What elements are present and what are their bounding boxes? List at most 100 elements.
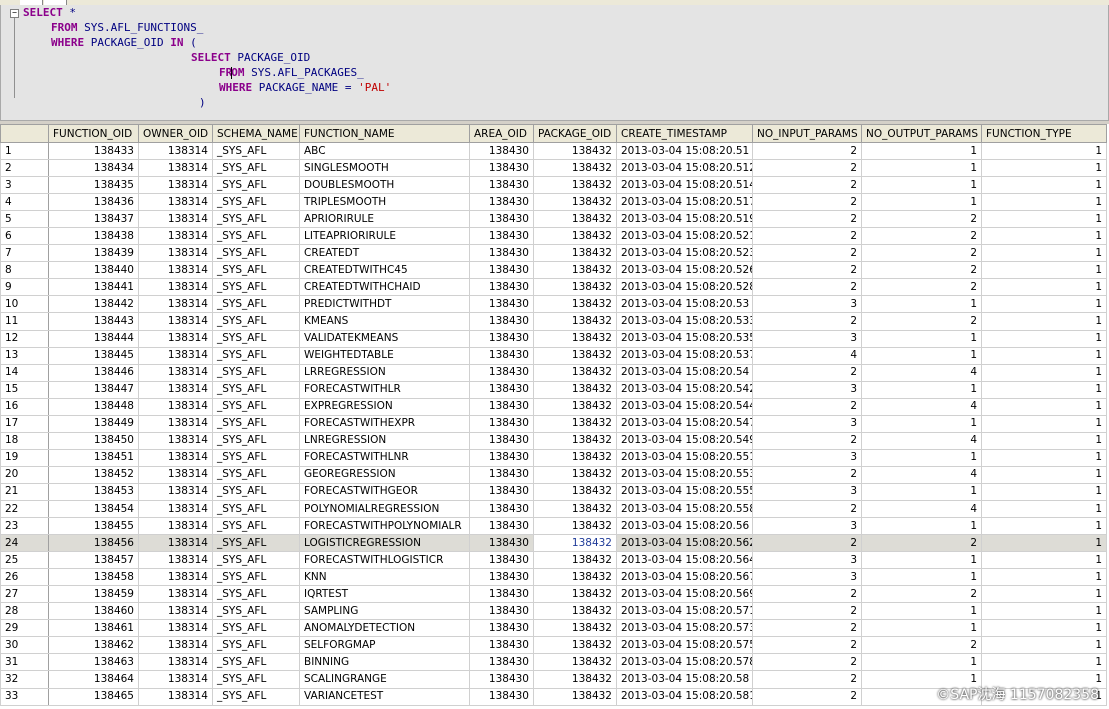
table-cell[interactable]: _SYS_AFL <box>212 414 300 433</box>
table-cell[interactable]: 138454 <box>48 499 139 519</box>
column-header[interactable]: NO_INPUT_PARAMS <box>752 124 862 143</box>
table-cell[interactable]: _SYS_AFL <box>212 551 300 570</box>
table-cell[interactable]: 138430 <box>469 551 534 570</box>
row-number-cell[interactable]: 25 <box>0 551 49 570</box>
table-cell[interactable]: 1 <box>981 568 1107 587</box>
table-cell[interactable]: 1 <box>981 193 1107 212</box>
table-cell[interactable]: 1 <box>981 499 1107 519</box>
table-cell[interactable]: 138432 <box>533 431 617 450</box>
table-cell[interactable]: 138436 <box>48 193 139 212</box>
row-number-cell[interactable]: 2 <box>0 159 49 178</box>
table-cell[interactable]: 1 <box>981 295 1107 314</box>
table-cell[interactable]: _SYS_AFL <box>212 141 300 161</box>
table-cell[interactable]: 138432 <box>533 397 617 416</box>
table-cell[interactable]: 138314 <box>138 346 213 365</box>
table-cell[interactable]: BINNING <box>299 653 470 672</box>
table-cell[interactable]: _SYS_AFL <box>212 176 300 195</box>
table-cell[interactable]: 138314 <box>138 278 213 297</box>
table-cell[interactable]: 2013-03-04 15:08:20.521 <box>616 227 753 246</box>
table-cell[interactable]: 138432 <box>533 482 617 501</box>
table-cell[interactable]: _SYS_AFL <box>212 448 300 467</box>
table-cell[interactable]: 2013-03-04 15:08:20.523 <box>616 244 753 263</box>
table-cell[interactable]: 1 <box>981 380 1107 399</box>
table-cell[interactable]: LNREGRESSION <box>299 431 470 450</box>
table-cell[interactable]: 138314 <box>138 499 213 519</box>
table-cell[interactable]: 138432 <box>533 295 617 314</box>
table-cell[interactable]: _SYS_AFL <box>212 210 300 229</box>
table-cell[interactable]: FORECASTWITHLR <box>299 380 470 399</box>
table-cell[interactable]: 138434 <box>48 159 139 178</box>
row-number-cell[interactable]: 15 <box>0 380 49 399</box>
table-cell[interactable]: DOUBLESMOOTH <box>299 176 470 195</box>
table-cell[interactable]: 2 <box>752 619 862 638</box>
table-cell[interactable]: 138430 <box>469 397 534 416</box>
table-cell[interactable]: ABC <box>299 141 470 161</box>
row-number-cell[interactable]: 3 <box>0 176 49 195</box>
table-cell[interactable]: 1 <box>861 602 982 621</box>
table-row[interactable]: 12 138444 138314 _SYS_AFL VALIDATEKMEANS 1384… <box>0 329 1107 348</box>
row-number-cell[interactable]: 10 <box>0 295 49 314</box>
table-cell[interactable]: 2013-03-04 15:08:20.537 <box>616 346 753 365</box>
table-cell[interactable]: 138430 <box>469 482 534 501</box>
table-cell[interactable]: 1 <box>861 176 982 195</box>
table-cell[interactable]: 138432 <box>533 517 617 536</box>
table-cell[interactable]: POLYNOMIALREGRESSION <box>299 499 470 519</box>
table-cell[interactable]: _SYS_AFL <box>212 499 300 519</box>
table-cell[interactable]: 138314 <box>138 602 213 621</box>
table-cell[interactable]: 138430 <box>469 141 534 161</box>
table-cell[interactable]: _SYS_AFL <box>212 193 300 212</box>
table-cell[interactable]: CREATEDT <box>299 244 470 263</box>
table-cell[interactable]: CREATEDTWITHC45 <box>299 261 470 280</box>
table-cell[interactable]: 2 <box>861 534 982 553</box>
table-cell[interactable]: 2 <box>752 670 862 689</box>
table-cell[interactable]: 2013-03-04 15:08:20.58 <box>616 670 753 689</box>
table-cell[interactable]: 1 <box>981 482 1107 501</box>
table-cell[interactable]: 138440 <box>48 261 139 280</box>
table-cell[interactable]: 1 <box>981 210 1107 229</box>
table-cell[interactable]: 1 <box>861 517 982 536</box>
table-cell[interactable]: IQRTEST <box>299 585 470 604</box>
table-cell[interactable]: 2013-03-04 15:08:20.528 <box>616 278 753 297</box>
table-cell[interactable]: _SYS_AFL <box>212 346 300 365</box>
table-cell[interactable]: KMEANS <box>299 312 470 331</box>
table-cell[interactable]: 2 <box>752 193 862 212</box>
table-cell[interactable]: 138433 <box>48 141 139 161</box>
table-cell[interactable]: 138443 <box>48 312 139 331</box>
row-number-cell[interactable]: 20 <box>0 465 49 484</box>
table-row[interactable]: 10 138442 138314 _SYS_AFL PREDICTWITHDT 13843… <box>0 295 1107 314</box>
row-number-cell[interactable]: 28 <box>0 602 49 621</box>
table-cell[interactable]: 138432 <box>533 193 617 212</box>
table-cell[interactable]: _SYS_AFL <box>212 380 300 399</box>
table-row[interactable]: 5 138437 138314 _SYS_AFL APRIORIRULE 138430 13… <box>0 210 1107 229</box>
table-cell[interactable]: 2013-03-04 15:08:20.51 <box>616 141 753 161</box>
table-cell[interactable]: 2013-03-04 15:08:20.551 <box>616 448 753 467</box>
row-number-cell[interactable]: 5 <box>0 210 49 229</box>
table-cell[interactable]: 2 <box>861 244 982 263</box>
table-cell[interactable]: SELFORGMAP <box>299 636 470 655</box>
column-header[interactable]: FUNCTION_OID <box>48 124 139 143</box>
table-cell[interactable]: 2013-03-04 15:08:20.517 <box>616 193 753 212</box>
table-cell[interactable]: 138314 <box>138 210 213 229</box>
table-cell[interactable]: 138430 <box>469 431 534 450</box>
table-cell[interactable]: 2013-03-04 15:08:20.53 <box>616 295 753 314</box>
table-cell[interactable]: 138314 <box>138 261 213 280</box>
table-cell[interactable]: 2013-03-04 15:08:20.564 <box>616 551 753 570</box>
table-cell[interactable]: 1 <box>861 193 982 212</box>
table-row[interactable]: 21 138453 138314 _SYS_AFL FORECASTWITHGEOR 13… <box>0 482 1107 501</box>
table-cell[interactable]: 138432 <box>533 534 617 553</box>
table-cell[interactable]: 1 <box>861 482 982 501</box>
table-cell[interactable]: 1 <box>981 397 1107 416</box>
table-cell[interactable]: 2 <box>752 159 862 178</box>
table-row[interactable]: 18 138450 138314 _SYS_AFL LNREGRESSION 138430… <box>0 431 1107 450</box>
table-cell[interactable]: 1 <box>981 346 1107 365</box>
sql-editor[interactable]: − SELECT * FROM SYS.AFL_FUNCTIONS_ WHERE… <box>0 5 1109 121</box>
table-row[interactable]: 17 138449 138314 _SYS_AFL FORECASTWITHEXPR 13… <box>0 414 1107 433</box>
row-number-cell[interactable]: 6 <box>0 227 49 246</box>
row-number-cell[interactable]: 22 <box>0 499 49 519</box>
table-cell[interactable]: 1 <box>981 261 1107 280</box>
row-number-cell[interactable]: 11 <box>0 312 49 331</box>
table-cell[interactable]: LOGISTICREGRESSION <box>299 534 470 553</box>
table-cell[interactable]: 138437 <box>48 210 139 229</box>
table-cell[interactable]: _SYS_AFL <box>212 465 300 484</box>
table-cell[interactable]: 2013-03-04 15:08:20.573 <box>616 619 753 638</box>
